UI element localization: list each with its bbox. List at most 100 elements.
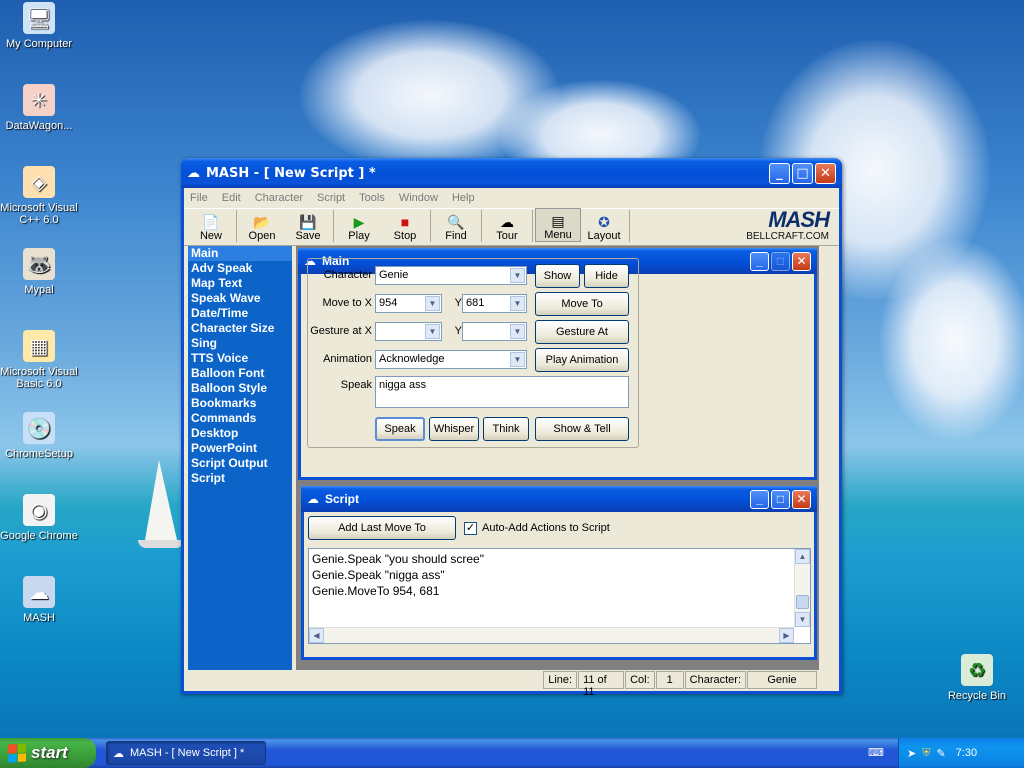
desktop-icon-mash[interactable]: ☁ MASH [0, 576, 78, 624]
horizontal-scrollbar[interactable]: ◀ ▶ [309, 627, 794, 643]
minimize-icon: _ [776, 165, 783, 181]
scroll-thumb[interactable] [796, 595, 809, 609]
scroll-right-icon[interactable]: ▶ [779, 628, 794, 643]
chevron-down-icon[interactable]: ▼ [510, 352, 525, 367]
nav-item-balloon-style[interactable]: Balloon Style [188, 381, 292, 396]
gesture-y-input[interactable]: ▼ [462, 322, 527, 341]
scroll-left-icon[interactable]: ◀ [309, 628, 324, 643]
gesture-x-input[interactable]: ▼ [375, 322, 442, 341]
nav-item-script-output[interactable]: Script Output [188, 456, 292, 471]
menu-item-file[interactable]: File [190, 192, 208, 204]
update-icon[interactable]: ✎ [936, 747, 945, 760]
whisper-button[interactable]: Whisper [429, 417, 479, 441]
close-button[interactable]: ✕ [815, 162, 836, 184]
toolbar-label: Play [348, 230, 370, 242]
move-y-input[interactable]: 681 ▼ [462, 294, 527, 313]
script-maximize-button[interactable]: □ [771, 489, 790, 509]
nav-item-character-size[interactable]: Character Size [188, 321, 292, 336]
show-button[interactable]: Show [535, 264, 580, 288]
play-animation-button[interactable]: Play Animation [535, 348, 629, 372]
main-minimize-button[interactable]: _ [750, 251, 769, 271]
minimize-button[interactable]: _ [769, 162, 790, 184]
hide-button[interactable]: Hide [584, 264, 629, 288]
nav-item-main[interactable]: Main [188, 246, 292, 261]
main-controls-group: Character Genie ▼ Show Hide Move to X 95… [307, 258, 639, 448]
desktop-icon-my-computer[interactable]: 🖥 My Computer [0, 2, 78, 50]
move-x-input[interactable]: 954 ▼ [375, 294, 442, 313]
chevron-down-icon[interactable]: ▼ [510, 268, 525, 283]
nav-item-date-time[interactable]: Date/Time [188, 306, 292, 321]
play-button[interactable]: ▶ Play [336, 208, 382, 242]
animation-select[interactable]: Acknowledge ▼ [375, 350, 527, 369]
script-minimize-button[interactable]: _ [750, 489, 769, 509]
chevron-down-icon[interactable]: ▼ [425, 324, 440, 339]
add-last-move-to-button[interactable]: Add Last Move To [308, 516, 456, 540]
stop-button[interactable]: ■ Stop [382, 208, 428, 242]
nav-item-desktop[interactable]: Desktop [188, 426, 292, 441]
menu-item-edit[interactable]: Edit [222, 192, 241, 204]
new-button[interactable]: 📄 New [188, 208, 234, 242]
network-icon[interactable]: ➤ [907, 747, 916, 760]
gesture-at-button[interactable]: Gesture At [535, 320, 629, 344]
desktop-icon-visual-cpp[interactable]: ◈ Microsoft Visual C++ 6.0 [0, 166, 78, 226]
script-editor[interactable]: Genie.Speak "you should scree" Genie.Spea… [308, 548, 811, 644]
main-maximize-button[interactable]: □ [771, 251, 790, 271]
scroll-down-icon[interactable]: ▼ [795, 612, 810, 627]
script-close-button[interactable]: ✕ [792, 489, 811, 509]
chevron-down-icon[interactable]: ▼ [510, 324, 525, 339]
menu-button[interactable]: ▤ Menu [535, 208, 581, 242]
animation-label: Animation [323, 353, 372, 365]
find-button[interactable]: 🔍 Find [433, 208, 479, 242]
auto-add-checkbox[interactable]: ✓ [464, 522, 477, 535]
taskbar-item-mash[interactable]: ☁ MASH - [ New Script ] * [106, 741, 266, 765]
nav-item-speak-wave[interactable]: Speak Wave [188, 291, 292, 306]
speak-button[interactable]: Speak [375, 417, 425, 441]
open-button[interactable]: 📂 Open [239, 208, 285, 242]
desktop-icon-chrome[interactable]: ◉ Google Chrome [0, 494, 78, 542]
layout-button[interactable]: ✪ Layout [581, 208, 627, 242]
security-shield-icon[interactable]: ⛨ [922, 747, 930, 760]
vertical-scrollbar[interactable]: ▲ ▼ [794, 549, 810, 627]
main-close-button[interactable]: ✕ [792, 251, 811, 271]
desktop-icon-visual-basic[interactable]: ▦ Microsoft Visual Basic 6.0 [0, 330, 78, 390]
nav-item-bookmarks[interactable]: Bookmarks [188, 396, 292, 411]
nav-item-adv-speak[interactable]: Adv Speak [188, 261, 292, 276]
character-select[interactable]: Genie ▼ [375, 266, 527, 285]
tour-button[interactable]: ☁ Tour [484, 208, 530, 242]
window-titlebar[interactable]: ☁ MASH - [ New Script ] * _ □ ✕ [181, 158, 842, 188]
chevron-down-icon[interactable]: ▼ [510, 296, 525, 311]
nav-item-tts-voice[interactable]: TTS Voice [188, 351, 292, 366]
desktop-icon-datawagon[interactable]: ✳ DataWagon... [0, 84, 78, 132]
speak-textbox[interactable]: nigga ass [375, 376, 629, 408]
scroll-up-icon[interactable]: ▲ [795, 549, 810, 564]
keyboard-icon[interactable]: ⌨ [868, 746, 884, 759]
desktop-icon-chrome-setup[interactable]: 💿 ChromeSetup [0, 412, 78, 460]
chevron-down-icon[interactable]: ▼ [425, 296, 440, 311]
move-to-button[interactable]: Move To [535, 292, 629, 316]
desktop-icon-mypal[interactable]: 🦝 Mypal [0, 248, 78, 296]
save-button[interactable]: 💾 Save [285, 208, 331, 242]
script-line: Genie.MoveTo 954, 681 [312, 584, 440, 598]
nav-item-sing[interactable]: Sing [188, 336, 292, 351]
show-and-tell-button[interactable]: Show & Tell [535, 417, 629, 441]
nav-item-powerpoint[interactable]: PowerPoint [188, 441, 292, 456]
character-select-value: Genie [379, 269, 409, 281]
clock: 7:30 [955, 747, 978, 759]
start-button[interactable]: start [0, 738, 96, 768]
menu-item-help[interactable]: Help [452, 192, 475, 204]
close-icon: ✕ [820, 165, 831, 181]
nav-item-balloon-font[interactable]: Balloon Font [188, 366, 292, 381]
desktop-icon-recycle-bin[interactable]: ♻ Recycle Bin [938, 654, 1016, 702]
script-panel-titlebar[interactable]: ☁ Script _ □ ✕ [301, 486, 817, 512]
nav-item-commands[interactable]: Commands [188, 411, 292, 426]
menu-item-window[interactable]: Window [399, 192, 438, 204]
maximize-button[interactable]: □ [792, 162, 813, 184]
nav-item-script[interactable]: Script [188, 471, 292, 486]
menu-item-script[interactable]: Script [317, 192, 345, 204]
think-button[interactable]: Think [483, 417, 529, 441]
menu-item-tools[interactable]: Tools [359, 192, 385, 204]
nav-item-map-text[interactable]: Map Text [188, 276, 292, 291]
toolbar-label: Open [248, 230, 276, 242]
menu-item-character[interactable]: Character [255, 192, 303, 204]
chrome-icon: ◉ [23, 494, 55, 526]
